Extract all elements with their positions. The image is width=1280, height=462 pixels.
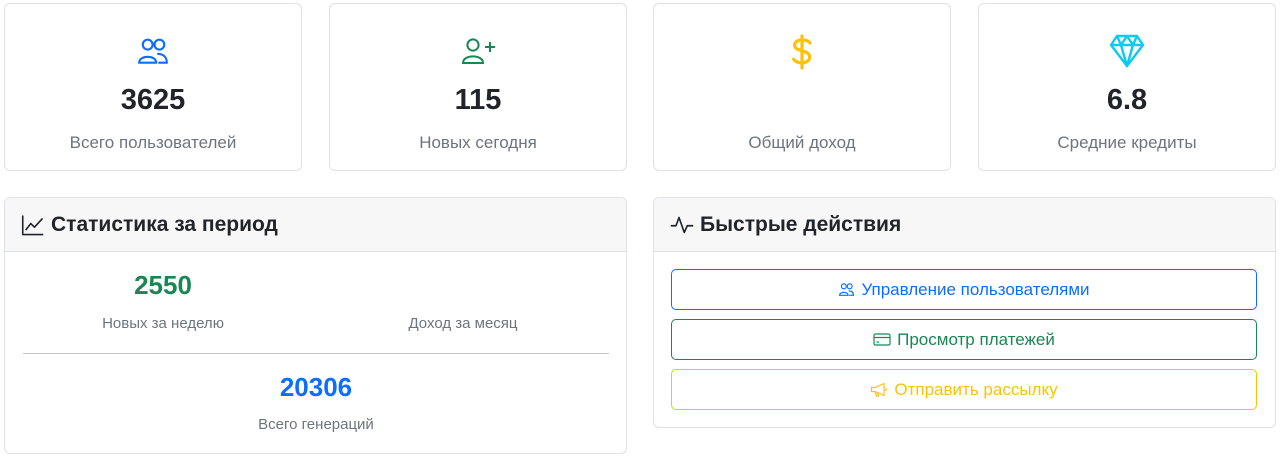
view-payments-label: Просмотр платежей — [897, 329, 1055, 349]
total-users-label: Всего пользователей — [69, 133, 237, 152]
stat-card-avg-credits: 6.8 Средние кредиты — [978, 3, 1276, 171]
stat-card-total-income: Общий доход — [653, 3, 951, 171]
gem-icon — [979, 34, 1275, 68]
weekly-new-label: Новых за неделю — [102, 315, 224, 332]
stat-card-new-today: 115 Новых сегодня — [329, 3, 627, 171]
stats-divider — [23, 353, 609, 354]
new-today-value: 115 — [454, 84, 502, 116]
dollar-icon — [654, 34, 950, 70]
stat-card-total-users: 3625 Всего пользователей — [4, 3, 302, 171]
quick-actions-header: Быстрые действия — [654, 198, 1275, 252]
period-stats-title: Статистика за период — [51, 212, 278, 236]
view-payments-button[interactable]: Просмотр платежей — [671, 319, 1257, 360]
total-generations-value: 20306 — [279, 372, 353, 402]
avg-credits-label: Средние кредиты — [1057, 133, 1197, 152]
monthly-income-label: Доход за месяц — [408, 315, 518, 332]
new-today-label: Новых сегодня — [419, 133, 537, 152]
period-stats-panel: Статистика за период 2550 Новых за недел… — [4, 197, 627, 454]
manage-users-label: Управление пользователями — [861, 279, 1090, 299]
weekly-new-value: 2550 — [134, 270, 192, 300]
manage-users-button[interactable]: Управление пользователями — [671, 269, 1257, 310]
megaphone-icon — [870, 382, 888, 398]
credit-card-icon — [873, 332, 891, 347]
total-generations-label: Всего генераций — [258, 416, 374, 433]
send-newsletter-button[interactable]: Отправить рассылку — [671, 369, 1257, 410]
graph-up-icon — [21, 214, 45, 236]
activity-icon — [670, 215, 694, 235]
avg-credits-value: 6.8 — [1106, 84, 1148, 116]
total-income-label: Общий доход — [748, 133, 856, 152]
total-users-value: 3625 — [120, 84, 186, 116]
users-icon — [838, 281, 855, 298]
send-newsletter-label: Отправить рассылку — [894, 379, 1058, 399]
users-icon — [5, 34, 301, 68]
quick-actions-panel: Быстрые действия Управление пользователя… — [653, 197, 1276, 428]
quick-actions-title: Быстрые действия — [700, 212, 902, 236]
period-stats-header: Статистика за период — [5, 198, 626, 252]
user-plus-icon — [330, 34, 626, 68]
